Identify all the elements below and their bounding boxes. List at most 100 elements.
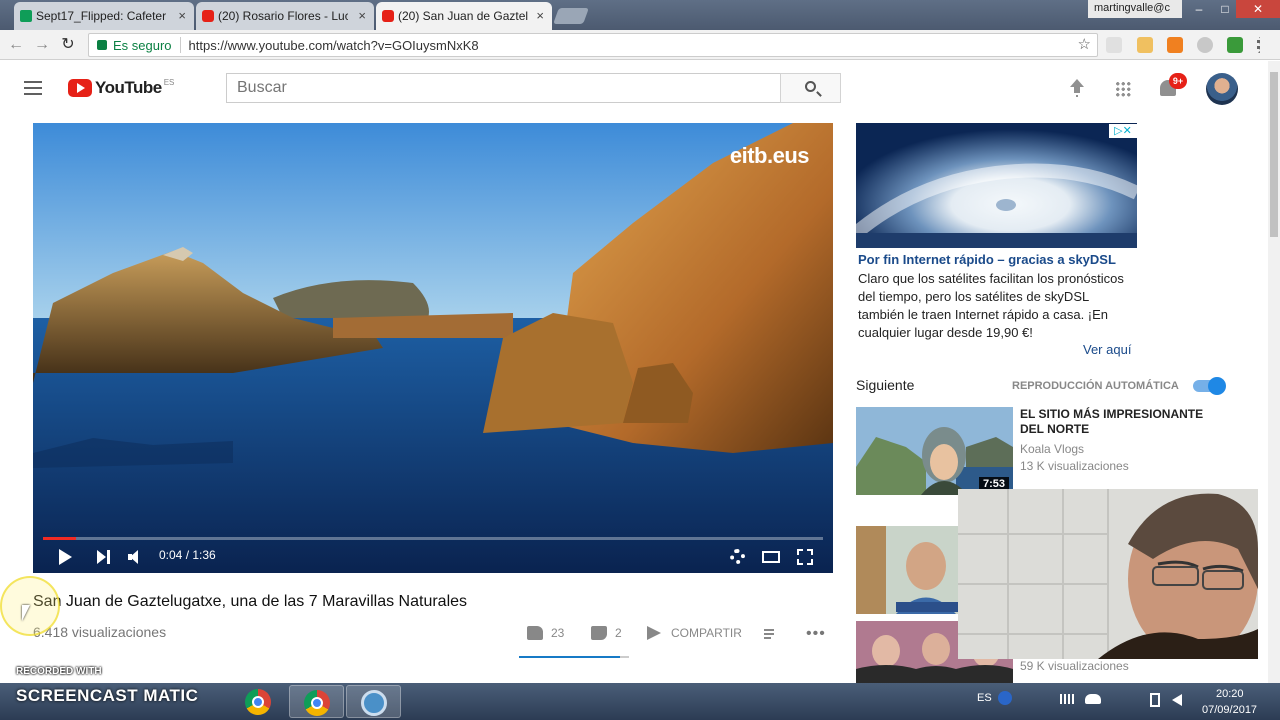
extension-icon[interactable] — [1197, 37, 1213, 53]
browser-tab-san-juan[interactable]: (20) San Juan de Gaztelu × — [376, 2, 552, 30]
chrome-icon — [304, 690, 330, 716]
browser-tab-rosario[interactable]: (20) Rosario Flores - Luc × — [196, 2, 374, 30]
logo-text: YouTube — [95, 78, 162, 97]
clock-date[interactable]: 07/09/2017 — [1202, 704, 1257, 716]
extension-icon[interactable] — [1227, 37, 1243, 53]
window-close-button[interactable]: ✕ — [1236, 0, 1280, 18]
language-indicator[interactable]: ES — [977, 692, 992, 704]
more-actions-button[interactable]: ••• — [806, 625, 826, 643]
progress-played — [43, 537, 76, 540]
video-frame — [33, 123, 833, 573]
mouse-cursor-icon — [22, 605, 30, 621]
video-player[interactable]: eitb.eus 0:04 / 1:36 — [33, 123, 833, 573]
screencast-icon — [361, 690, 387, 716]
youtube-logo[interactable]: YouTube ES — [68, 78, 174, 98]
volume-icon[interactable] — [128, 550, 144, 564]
share-icon — [647, 626, 661, 640]
back-button[interactable]: ← — [6, 35, 26, 55]
scrollbar-thumb[interactable] — [1270, 72, 1278, 237]
sheets-icon — [20, 10, 32, 22]
cloud-icon[interactable] — [1085, 694, 1101, 704]
search-button[interactable] — [780, 73, 841, 103]
upload-icon[interactable] — [1070, 79, 1084, 97]
guide-menu-icon[interactable] — [24, 81, 42, 95]
tab-title: Sept17_Flipped: Cafeter — [36, 9, 166, 23]
account-avatar[interactable] — [1206, 73, 1238, 105]
url-text[interactable]: https://www.youtube.com/watch?v=GOIuysmN… — [189, 38, 479, 53]
search-input[interactable] — [226, 73, 781, 103]
progress-bar[interactable] — [43, 537, 823, 540]
search-icon — [805, 81, 816, 92]
browser-profile[interactable]: martingvalle@c — [1088, 0, 1182, 18]
ad-cta-link[interactable]: Ver aquí — [1083, 342, 1131, 357]
youtube-favicon-icon — [382, 10, 394, 22]
tab-close-icon[interactable]: × — [536, 8, 544, 23]
settings-gear-icon[interactable] — [730, 549, 745, 564]
lock-icon — [97, 40, 107, 50]
extension-icon[interactable] — [1137, 37, 1153, 53]
address-bar[interactable]: Es seguro https://www.youtube.com/watch?… — [88, 33, 1098, 57]
extension-icon[interactable] — [1106, 37, 1122, 53]
autoplay-toggle[interactable] — [1193, 377, 1226, 395]
youtube-play-logo-icon — [68, 79, 92, 97]
tab-close-icon[interactable]: × — [358, 8, 366, 23]
share-button[interactable]: COMPARTIR — [647, 626, 742, 640]
bookmark-star-icon[interactable]: ☆ — [1078, 35, 1091, 53]
play-icon[interactable] — [59, 549, 72, 565]
notification-badge: 9+ — [1169, 73, 1187, 89]
recommended-thumbnail[interactable]: 7:53 — [856, 407, 1013, 495]
tab-title: (20) San Juan de Gaztelu — [398, 9, 528, 23]
channel-watermark: eitb.eus — [729, 143, 810, 168]
like-dislike-bar — [519, 656, 629, 658]
screencast-brand: SCREENCAST MATIC — [16, 686, 199, 705]
reload-button[interactable]: ↻ — [58, 35, 78, 55]
extension-icon[interactable] — [1167, 37, 1183, 53]
thumbs-down-icon — [591, 626, 607, 640]
forward-button[interactable]: → — [32, 35, 52, 55]
speaker-icon[interactable] — [1172, 694, 1182, 706]
recommended-views: 59 K visualizaciones — [1020, 659, 1129, 673]
add-to-playlist-icon[interactable] — [764, 629, 778, 639]
tab-title: (20) Rosario Flores - Luc — [218, 9, 348, 23]
share-label: COMPARTIR — [671, 626, 742, 640]
recommended-title[interactable]: EL SITIO MÁS IMPRESIONANTE DEL NORTE — [1020, 407, 1230, 437]
hurricane-satellite-image — [856, 123, 1137, 248]
youtube-header: YouTube ES 9+ — [0, 61, 1268, 116]
webcam-overlay — [958, 489, 1258, 659]
recommended-channel[interactable]: Koala Vlogs — [1020, 442, 1084, 456]
webcam-image — [958, 489, 1258, 659]
ad-image[interactable] — [856, 123, 1137, 248]
fullscreen-icon[interactable] — [797, 549, 813, 565]
new-tab-button[interactable] — [553, 8, 589, 24]
ad-close-icon[interactable]: ▷✕ — [1109, 124, 1137, 138]
dislike-count: 2 — [615, 626, 622, 640]
view-count: 6.418 visualizaciones — [33, 624, 167, 640]
theater-mode-icon[interactable] — [762, 551, 780, 563]
taskbar-screencast[interactable] — [346, 685, 401, 718]
next-icon[interactable] — [97, 550, 111, 564]
ad-body: Claro que los satélites facilitan los pr… — [858, 271, 1124, 340]
taskbar-chrome[interactable] — [231, 685, 286, 718]
taskbar-chrome-active[interactable] — [289, 685, 344, 718]
apps-grid-icon[interactable] — [1115, 81, 1131, 97]
dislike-button[interactable]: 2 — [591, 626, 622, 640]
video-title: San Juan de Gaztelugatxe, una de las 7 M… — [33, 593, 468, 610]
autoplay-label: REPRODUCCIÓN AUTOMÁTICA — [1012, 380, 1179, 392]
thumbs-up-icon — [527, 626, 543, 640]
browser-menu-icon[interactable] — [1257, 37, 1263, 53]
help-icon[interactable] — [998, 691, 1012, 705]
youtube-favicon-icon — [202, 10, 214, 22]
ad-headline[interactable]: Por fin Internet rápido – gracias a skyD… — [858, 252, 1116, 267]
network-signal-icon[interactable] — [1060, 694, 1074, 704]
divider — [179, 37, 181, 53]
battery-icon[interactable] — [1150, 693, 1160, 707]
up-next-heading: Siguiente — [856, 377, 915, 393]
recommended-views: 13 K visualizaciones — [1020, 459, 1129, 473]
tab-close-icon[interactable]: × — [178, 8, 186, 23]
country-code: ES — [163, 78, 175, 87]
time-display: 0:04 / 1:36 — [159, 548, 216, 562]
clock-time[interactable]: 20:20 — [1216, 688, 1244, 700]
browser-tab-sheets[interactable]: Sept17_Flipped: Cafeter × — [14, 2, 194, 30]
like-button[interactable]: 23 — [527, 626, 564, 640]
recorded-with-label: RECORDED WITH — [16, 666, 102, 677]
